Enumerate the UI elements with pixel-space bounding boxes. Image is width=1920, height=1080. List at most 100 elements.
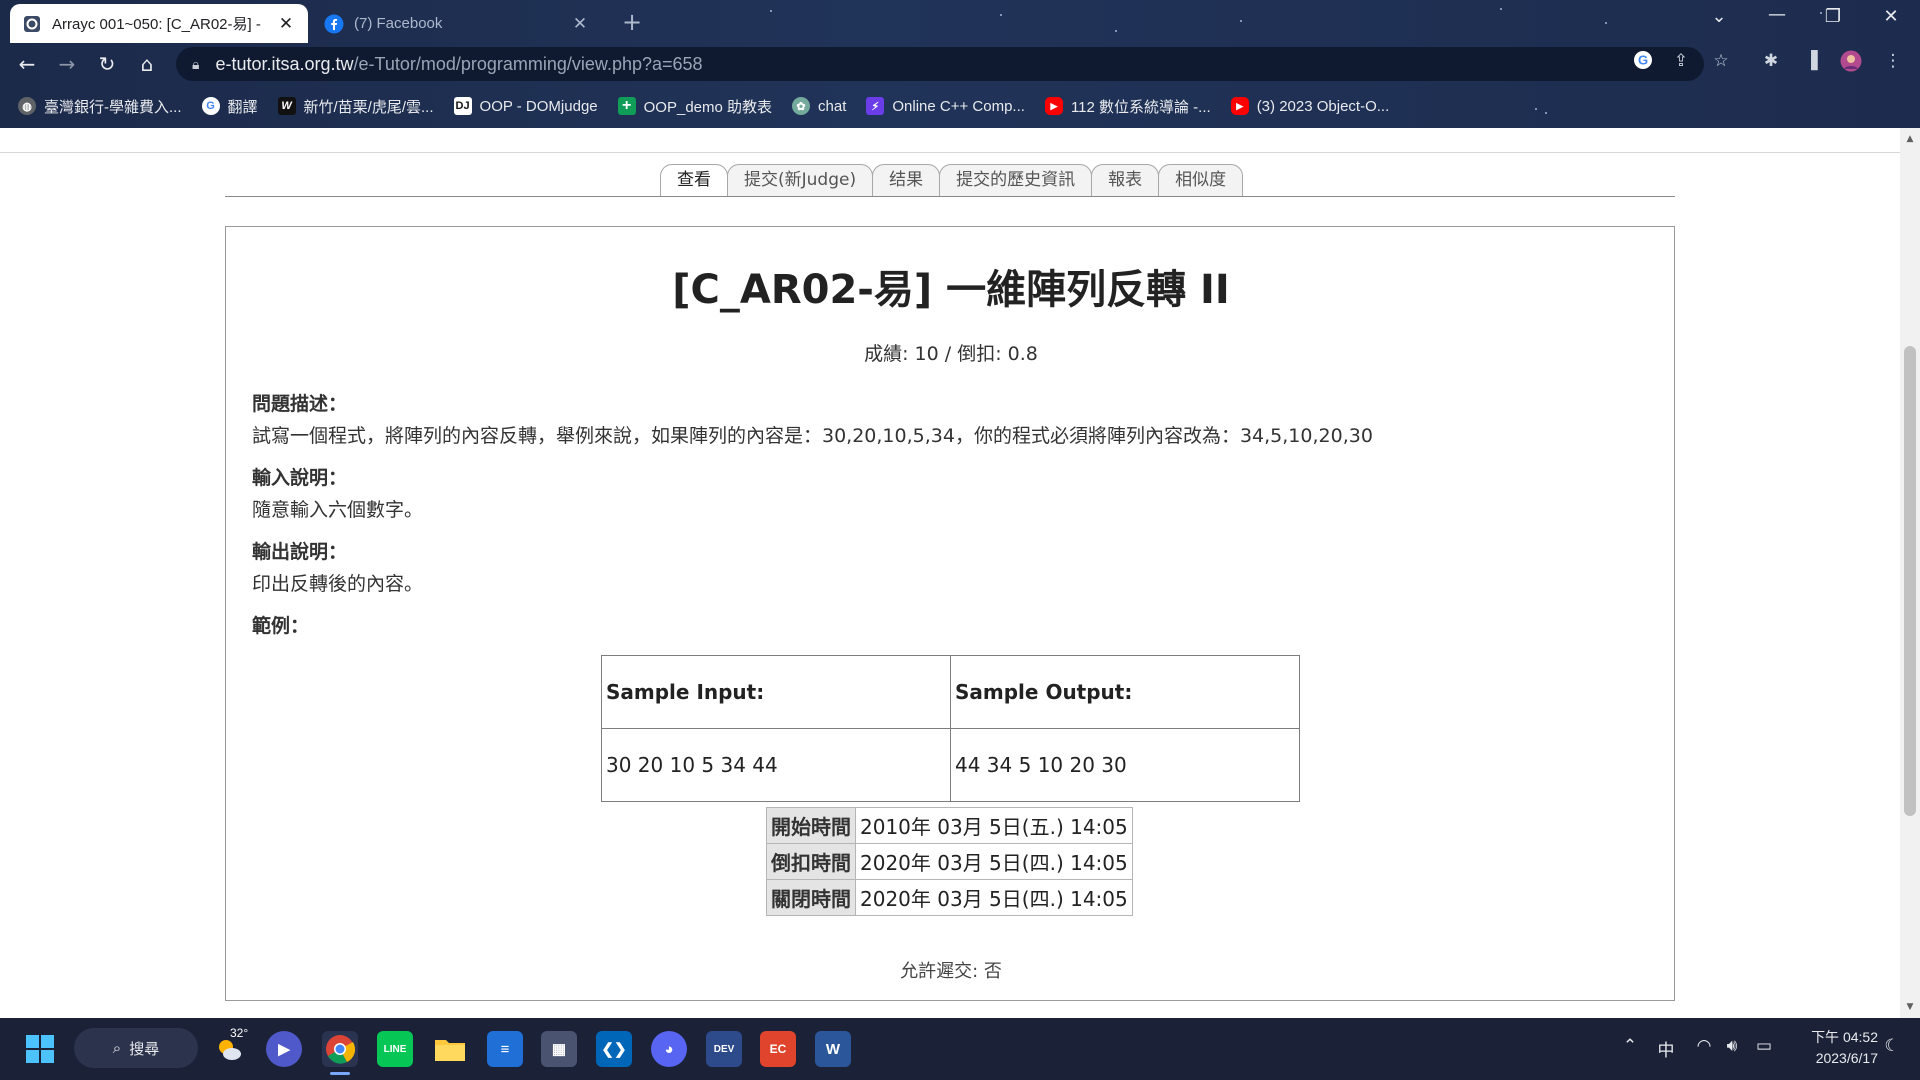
recorder-icon[interactable]: EC — [760, 1031, 796, 1067]
forward-arrow-icon[interactable]: → — [52, 49, 82, 79]
bookmark-item[interactable]: ◍ 臺灣銀行-學雜費入... — [18, 96, 182, 117]
penalty-time-value: 2020年 03月 5日(四.) 14:05 — [855, 843, 1133, 880]
windows-taskbar: ⌕ 搜尋 32° ▶ LINE ≡ ▦ ❮❯ ◕ DEV EC W ⌃ 中 ◠ … — [0, 1018, 1920, 1080]
file-explorer-icon[interactable] — [432, 1031, 468, 1067]
volume-icon[interactable]: 🔊︎ — [1720, 1036, 1744, 1056]
tab-report[interactable]: 報表 — [1091, 164, 1160, 196]
times-table: 開始時間 2010年 03月 5日(五.) 14:05 倒扣時間 2020年 0… — [766, 807, 1133, 916]
dev-cpp-icon[interactable]: DEV — [706, 1031, 742, 1067]
line-icon[interactable]: LINE — [377, 1031, 413, 1067]
start-time-value: 2010年 03月 5日(五.) 14:05 — [855, 807, 1133, 844]
youtube-icon: ▶ — [1230, 97, 1249, 115]
calculator-icon[interactable]: ▦ — [541, 1031, 577, 1067]
home-icon[interactable]: ⌂ — [132, 49, 162, 79]
profile-avatar[interactable] — [1840, 50, 1862, 72]
chatgpt-icon: ✿ — [792, 97, 811, 115]
output-section: 輸出說明： 印出反轉後的內容。 — [252, 537, 423, 596]
browser-tab-facebook[interactable]: (7) Facebook ✕ — [312, 4, 602, 43]
side-panel-icon[interactable]: ▐ — [1800, 50, 1822, 72]
clock-date: 2023/6/17 — [1815, 1050, 1878, 1066]
globe-icon: ◍ — [18, 97, 36, 115]
header-divider — [0, 152, 1900, 153]
description-heading: 問題描述： — [252, 393, 348, 415]
page-scrollbar[interactable]: ▲ ▼ — [1900, 128, 1920, 1018]
close-tab-icon[interactable]: ✕ — [570, 14, 590, 34]
tab-title: (7) Facebook — [354, 15, 443, 32]
tab-history[interactable]: 提交的歷史資訊 — [939, 164, 1093, 196]
close-time-value: 2020年 03月 5日(四.) 14:05 — [855, 879, 1133, 916]
tab-view[interactable]: 查看 — [660, 164, 728, 196]
sample-output-header: Sample Output: — [950, 655, 1300, 729]
url-path: /e-Tutor/mod/programming/view.php?a=658 — [353, 53, 703, 74]
score-line: 成績: 10 / 倒扣: 0.8 — [864, 343, 1038, 365]
tab-results[interactable]: 结果 — [872, 164, 941, 196]
google-icon: G — [201, 97, 220, 115]
system-clock[interactable]: 下午 04:52 2023/6/17 — [1782, 1027, 1878, 1069]
windows-start-icon[interactable] — [22, 1031, 58, 1067]
close-time-label: 關閉時間 — [766, 879, 856, 916]
tab-similarity[interactable]: 相似度 — [1158, 164, 1244, 196]
address-bar[interactable]: 🔒︎ e-tutor.itsa.org.tw/e-Tutor/mod/progr… — [176, 47, 1704, 81]
meet-icon[interactable]: ▶ — [266, 1031, 302, 1067]
wifi-icon[interactable]: ◠ — [1692, 1036, 1716, 1056]
bookmark-item[interactable]: ⚡︎ Online C++ Comp... — [866, 97, 1025, 115]
domjudge-icon: DJ — [453, 97, 472, 115]
tab-search-dropdown-icon[interactable]: ⌄ — [1704, 6, 1734, 27]
browser-tab-active[interactable]: Arrayc 001~050: [C_AR02-易] - ✕ — [10, 4, 308, 43]
more-menu-icon[interactable]: ⋮ — [1882, 50, 1904, 72]
facebook-icon — [324, 14, 344, 34]
problem-tabs: 查看 提交(新Judge) 结果 提交的歷史資訊 報表 相似度 — [660, 164, 1244, 196]
tab-submit[interactable]: 提交(新Judge) — [727, 164, 874, 196]
sample-table: Sample Input: Sample Output: 30 20 10 5 … — [601, 655, 1300, 802]
vscode-icon[interactable]: ❮❯ — [596, 1031, 632, 1067]
taskbar-search[interactable]: ⌕ 搜尋 — [74, 1028, 198, 1068]
bookmark-item[interactable]: + OOP_demo 助教表 — [617, 96, 772, 117]
new-tab-button[interactable]: + — [622, 8, 642, 36]
notepad-icon[interactable]: ≡ — [487, 1031, 523, 1067]
scrollbar-thumb[interactable] — [1904, 346, 1916, 816]
example-heading: 範例： — [252, 615, 310, 637]
output-text: 印出反轉後的內容。 — [252, 573, 424, 595]
battery-icon[interactable]: ▭ — [1752, 1036, 1776, 1056]
notification-moon-icon[interactable]: ☾ — [1880, 1036, 1904, 1056]
page-viewport: 查看 提交(新Judge) 结果 提交的歷史資訊 報表 相似度 [C_AR02-… — [0, 128, 1900, 1018]
reload-icon[interactable]: ↻ — [92, 49, 122, 79]
extensions-puzzle-icon[interactable]: ✱ — [1760, 50, 1782, 72]
restore-button[interactable]: ❐ — [1818, 6, 1848, 27]
chrome-icon[interactable] — [322, 1031, 358, 1067]
problem-title: [C_AR02-易] 一維陣列反轉 II — [672, 267, 1230, 313]
bookmark-item[interactable]: DJ OOP - DOMjudge — [453, 97, 598, 115]
bookmark-star-icon[interactable]: ☆ — [1710, 50, 1732, 72]
back-arrow-icon[interactable]: ← — [12, 49, 42, 79]
tabs-baseline — [225, 196, 1675, 197]
discord-icon[interactable]: ◕ — [651, 1031, 687, 1067]
sample-output-value: 44 34 5 10 20 30 — [950, 728, 1300, 802]
table-row: Sample Input: Sample Output: — [601, 655, 1300, 729]
bookmark-item[interactable]: ✿ chat — [792, 97, 846, 115]
search-icon: ⌕ — [112, 1039, 122, 1057]
table-row: 關閉時間 2020年 03月 5日(四.) 14:05 — [766, 879, 1133, 916]
close-tab-icon[interactable]: ✕ — [276, 14, 296, 34]
close-window-button[interactable]: ✕ — [1876, 6, 1906, 27]
input-method-indicator[interactable]: 中 — [1654, 1036, 1678, 1061]
output-heading: 輸出說明： — [252, 541, 348, 563]
google-lens-icon[interactable]: G — [1632, 50, 1654, 72]
description-section: 問題描述： 試寫一個程式，將陣列的內容反轉，舉例來說，如果陣列的內容是：30,2… — [252, 389, 1373, 448]
url-host: e-tutor.itsa.org.tw — [215, 53, 354, 74]
bookmark-item[interactable]: G 翻譯 — [201, 96, 258, 117]
lock-icon[interactable]: 🔒︎ — [192, 56, 199, 73]
share-icon[interactable]: ⇪ — [1670, 50, 1692, 72]
word-icon[interactable]: W — [815, 1031, 851, 1067]
page-favicon-icon — [22, 14, 42, 34]
sample-input-value: 30 20 10 5 34 44 — [601, 728, 951, 802]
scroll-down-icon[interactable]: ▼ — [1904, 1002, 1916, 1012]
tray-overflow-icon[interactable]: ⌃ — [1620, 1036, 1640, 1056]
table-row: 倒扣時間 2020年 03月 5日(四.) 14:05 — [766, 843, 1133, 880]
bookmark-item[interactable]: ▶ (3) 2023 Object-O... — [1230, 97, 1389, 115]
minimize-button[interactable]: — — [1762, 4, 1792, 25]
bookmark-item[interactable]: W 新竹/苗栗/虎尾/雲... — [277, 96, 434, 117]
problem-panel: [C_AR02-易] 一維陣列反轉 II 成績: 10 / 倒扣: 0.8 問題… — [225, 226, 1675, 1001]
input-section: 輸入說明： 隨意輸入六個數字。 — [252, 463, 423, 522]
scroll-up-icon[interactable]: ▲ — [1904, 134, 1916, 144]
bookmark-item[interactable]: ▶ 112 數位系統導論 -... — [1044, 96, 1211, 117]
